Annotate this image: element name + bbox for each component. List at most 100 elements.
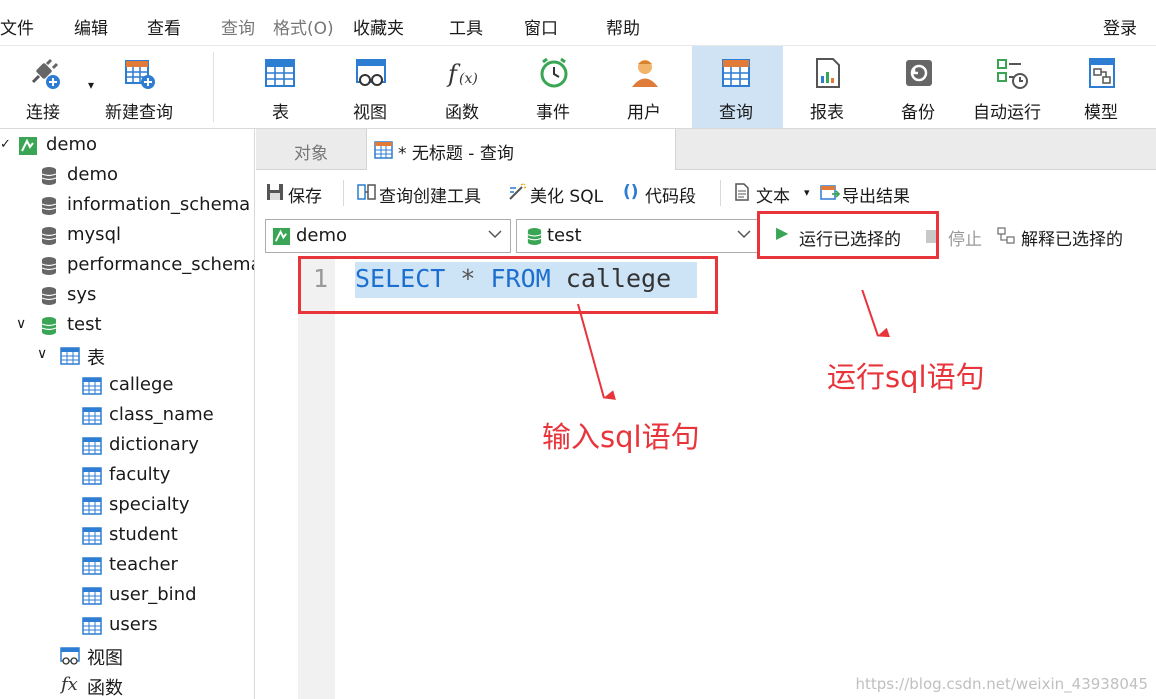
- chevron-down-icon: [737, 230, 751, 239]
- tree-db-test[interactable]: ∨ test: [0, 312, 254, 340]
- plug-icon: [31, 58, 60, 89]
- table-icon: [82, 617, 102, 635]
- menu-help[interactable]: 帮助: [606, 14, 640, 39]
- table-label: 表: [272, 103, 289, 123]
- tree-table-faculty[interactable]: faculty: [0, 462, 254, 490]
- new-query-icon: [125, 60, 155, 89]
- input-annotation-label: 输入sql语句: [542, 420, 700, 454]
- backup-button[interactable]: 备份: [879, 46, 959, 128]
- tree-table-teacher[interactable]: teacher: [0, 552, 254, 580]
- table-folder-icon: [60, 347, 80, 365]
- export-results-label: 导出结果: [842, 187, 910, 207]
- tree-label: test: [67, 314, 102, 335]
- tree-table-users[interactable]: users: [0, 612, 254, 640]
- autorun-label: 自动运行: [973, 103, 1041, 123]
- input-arrow: [577, 303, 616, 400]
- tree-table-specialty[interactable]: specialty: [0, 492, 254, 520]
- tab-bar: 对象 * 无标题 - 查询: [256, 129, 1156, 171]
- table-icon: [265, 59, 295, 87]
- text-mode-dropdown-arrow[interactable]: ▾: [804, 186, 810, 199]
- report-label: 报表: [810, 103, 844, 123]
- tree-folder-views[interactable]: 视图: [0, 642, 254, 670]
- tree-connection-demo[interactable]: ✓ demo: [0, 132, 254, 160]
- model-button[interactable]: 模型: [1062, 46, 1142, 128]
- menu-query[interactable]: 查询: [221, 14, 255, 39]
- run-arrow: [861, 290, 891, 338]
- chevron-down-icon[interactable]: ∨: [37, 346, 47, 362]
- user-button[interactable]: 用户: [605, 46, 685, 128]
- tree-table-class-name[interactable]: class_name: [0, 402, 254, 430]
- tab-objects[interactable]: 对象: [256, 129, 366, 170]
- login-button[interactable]: 登录: [1103, 14, 1137, 39]
- expand-chevron-icon[interactable]: ✓: [0, 137, 11, 152]
- connect-button[interactable]: 连接: [10, 46, 82, 128]
- query-button[interactable]: 查询: [692, 46, 783, 128]
- report-button[interactable]: 报表: [788, 46, 868, 128]
- tree-label: 视图: [87, 648, 123, 669]
- autorun-icon: [997, 59, 1028, 89]
- function-label: 函数: [445, 103, 479, 123]
- menu-tools[interactable]: 工具: [449, 14, 483, 39]
- tree-table-callege[interactable]: callege: [0, 372, 254, 400]
- save-icon: [267, 184, 283, 200]
- query-builder-label: 查询创建工具: [379, 187, 481, 207]
- menu-favorites[interactable]: 收藏夹: [353, 14, 404, 39]
- toolbar-separator: [343, 180, 344, 206]
- tab-untitled-query[interactable]: * 无标题 - 查询: [366, 129, 676, 171]
- explain-selected-button[interactable]: 解释已选择的: [995, 221, 1153, 251]
- tab-label: 对象: [294, 144, 328, 164]
- function-folder-icon: fx: [61, 674, 78, 695]
- line-number-gutter: [298, 256, 335, 699]
- tree-db-performance-schema[interactable]: performance_schema: [0, 252, 255, 280]
- connect-dropdown-arrow[interactable]: ▾: [88, 78, 94, 92]
- watermark: https://blog.csdn.net/weixin_43938045: [855, 675, 1148, 693]
- menu-window[interactable]: 窗口: [524, 14, 558, 39]
- tree-label: class_name: [109, 404, 214, 425]
- menu-bar: 文件 编辑 查看 查询 格式(O) 收藏夹 工具 窗口 帮助 登录: [0, 0, 1156, 46]
- autorun-button[interactable]: 自动运行: [968, 46, 1056, 128]
- export-icon: [820, 185, 840, 200]
- tree-folder-functions[interactable]: fx 函数: [0, 672, 254, 699]
- new-query-button[interactable]: 新建查询: [100, 46, 190, 128]
- tree-label: performance_schema: [67, 254, 255, 275]
- tree-label: 函数: [87, 678, 123, 699]
- view-icon: [356, 59, 386, 86]
- menu-edit[interactable]: 编辑: [74, 14, 108, 39]
- svg-text:(x): (x): [459, 71, 478, 87]
- menu-format[interactable]: 格式(O): [273, 14, 334, 39]
- table-button[interactable]: 表: [240, 46, 320, 128]
- function-button[interactable]: f (x) 函数: [423, 46, 503, 128]
- tree-label: specialty: [109, 494, 190, 515]
- tree-db-demo[interactable]: demo: [0, 162, 254, 190]
- chevron-down-icon[interactable]: ∨: [16, 316, 26, 332]
- connect-label: 连接: [26, 103, 60, 123]
- connection-tree: ✓ demo demo information_schema mysql per…: [0, 129, 255, 699]
- save-label: 保存: [288, 187, 322, 207]
- tree-table-dictionary[interactable]: dictionary: [0, 432, 254, 460]
- mysql-connection-icon: [272, 227, 291, 246]
- connection-select[interactable]: demo: [265, 219, 511, 253]
- view-label: 视图: [353, 103, 387, 123]
- table-icon: [82, 437, 102, 455]
- database-icon: [41, 257, 57, 275]
- menu-file[interactable]: 文件: [0, 14, 34, 39]
- tree-folder-tables[interactable]: ∨ 表: [0, 342, 254, 370]
- parentheses-icon: (): [623, 182, 639, 202]
- stop-label: 停止: [948, 230, 982, 250]
- new-query-label: 新建查询: [105, 103, 173, 123]
- tree-table-student[interactable]: student: [0, 522, 254, 550]
- model-icon: [1089, 58, 1115, 88]
- beautify-sql-label: 美化 SQL: [530, 187, 604, 207]
- view-button[interactable]: 视图: [331, 46, 411, 128]
- database-select[interactable]: test: [516, 219, 760, 253]
- menu-view[interactable]: 查看: [147, 14, 181, 39]
- tree-db-mysql[interactable]: mysql: [0, 222, 254, 250]
- tree-label: mysql: [67, 224, 121, 245]
- tree-label: demo: [46, 134, 98, 155]
- tree-label: teacher: [109, 554, 178, 575]
- tree-table-user-bind[interactable]: user_bind: [0, 582, 254, 610]
- tree-db-sys[interactable]: sys: [0, 282, 254, 310]
- event-button[interactable]: 事件: [514, 46, 594, 128]
- model-label: 模型: [1084, 103, 1118, 123]
- tree-db-information-schema[interactable]: information_schema: [0, 192, 254, 220]
